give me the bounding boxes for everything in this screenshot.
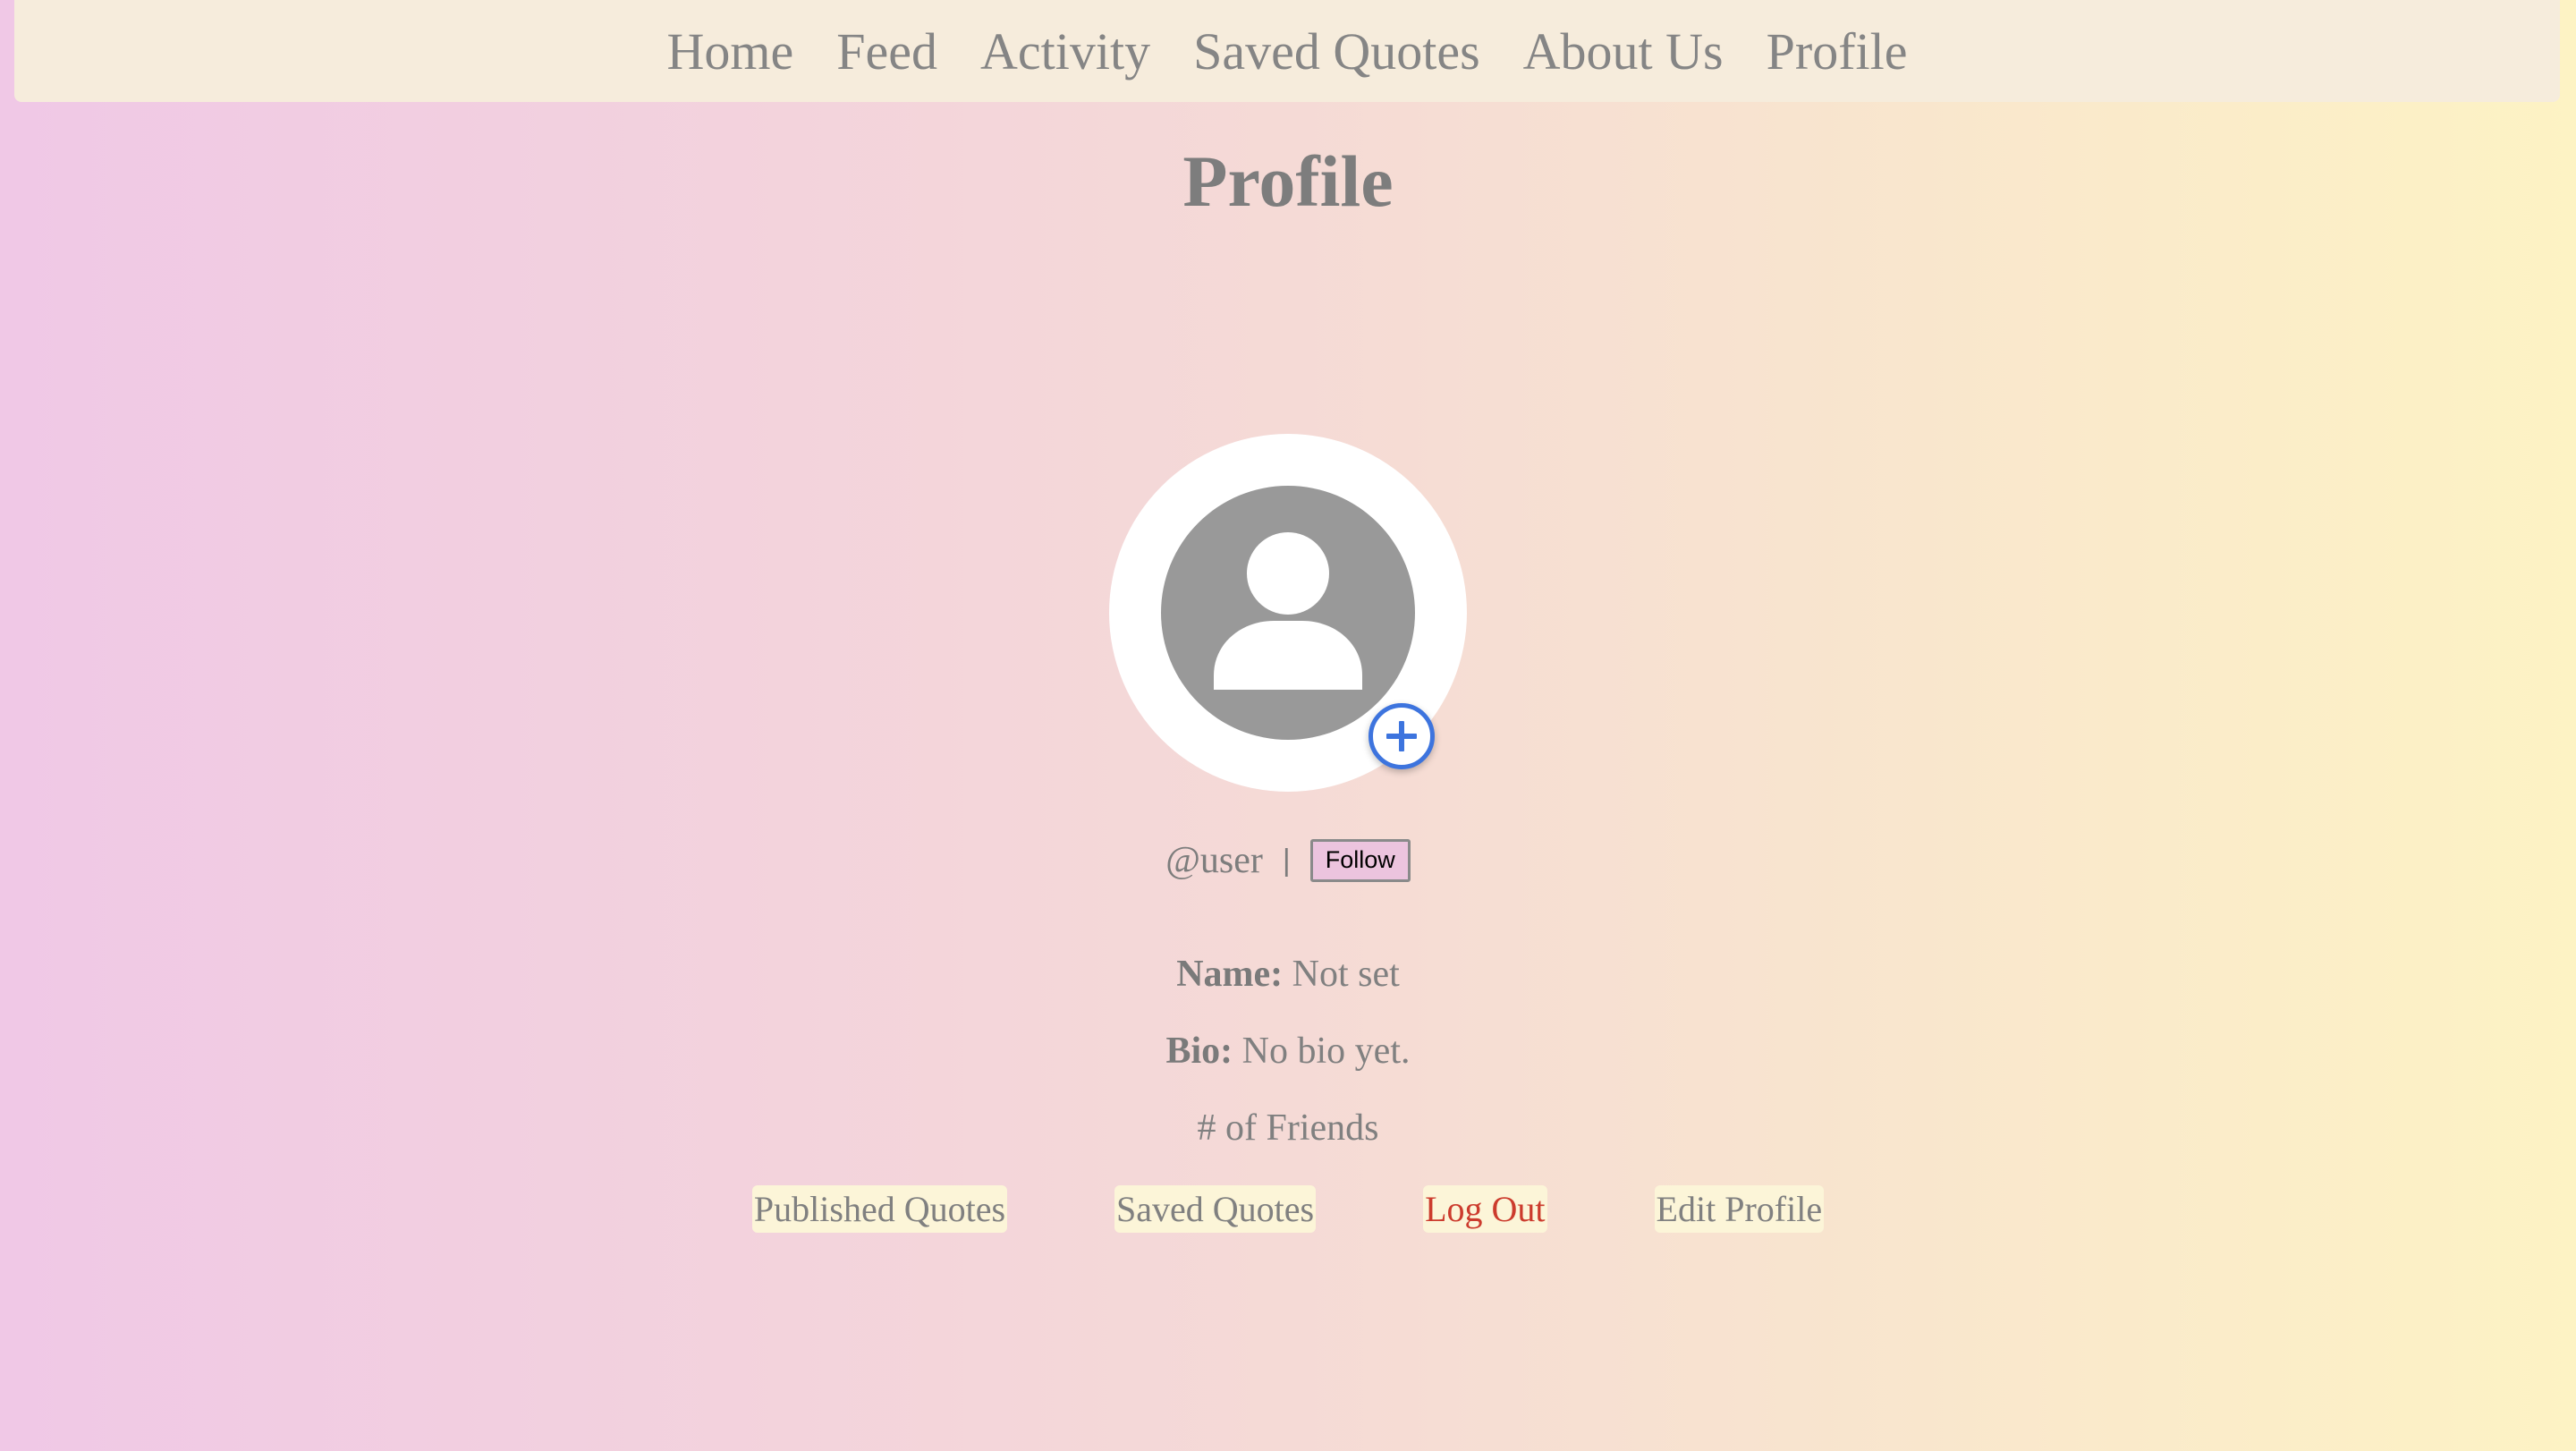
username-row: @user | Follow xyxy=(0,836,2576,886)
name-value: Not set xyxy=(1292,954,1400,995)
add-photo-button[interactable] xyxy=(1368,703,1435,769)
follow-button[interactable]: Follow xyxy=(1309,839,1411,882)
name-field: Name: Not set xyxy=(0,953,2576,996)
nav-activity-link[interactable]: Activity xyxy=(980,21,1150,81)
edit-profile-button[interactable]: Edit Profile xyxy=(1654,1185,1825,1233)
bio-field: Bio: No bio yet. xyxy=(0,1030,2576,1073)
nav-home-link[interactable]: Home xyxy=(667,21,794,81)
page-title: Profile xyxy=(1182,140,1394,222)
nav-about-us-link[interactable]: About Us xyxy=(1523,21,1724,81)
name-label: Name: xyxy=(1176,954,1284,995)
log-out-button[interactable]: Log Out xyxy=(1423,1185,1547,1233)
username: @user xyxy=(1165,840,1263,881)
bio-label: Bio: xyxy=(1165,1031,1233,1072)
bio-value: No bio yet. xyxy=(1241,1031,1411,1072)
nav-saved-quotes-link[interactable]: Saved Quotes xyxy=(1193,21,1480,81)
plus-icon xyxy=(1386,721,1417,751)
profile-actions: Published Quotes Saved Quotes Log Out Ed… xyxy=(0,1185,2576,1233)
nav-feed-link[interactable]: Feed xyxy=(836,21,937,81)
published-quotes-button[interactable]: Published Quotes xyxy=(751,1185,1008,1233)
separator: | xyxy=(1282,843,1291,878)
top-navbar: Home Feed Activity Saved Quotes About Us… xyxy=(14,0,2560,102)
user-silhouette-icon xyxy=(1161,486,1415,740)
friends-count: # of Friends xyxy=(1197,1107,1379,1149)
nav-profile-link[interactable]: Profile xyxy=(1767,21,1908,81)
saved-quotes-button[interactable]: Saved Quotes xyxy=(1114,1185,1317,1233)
